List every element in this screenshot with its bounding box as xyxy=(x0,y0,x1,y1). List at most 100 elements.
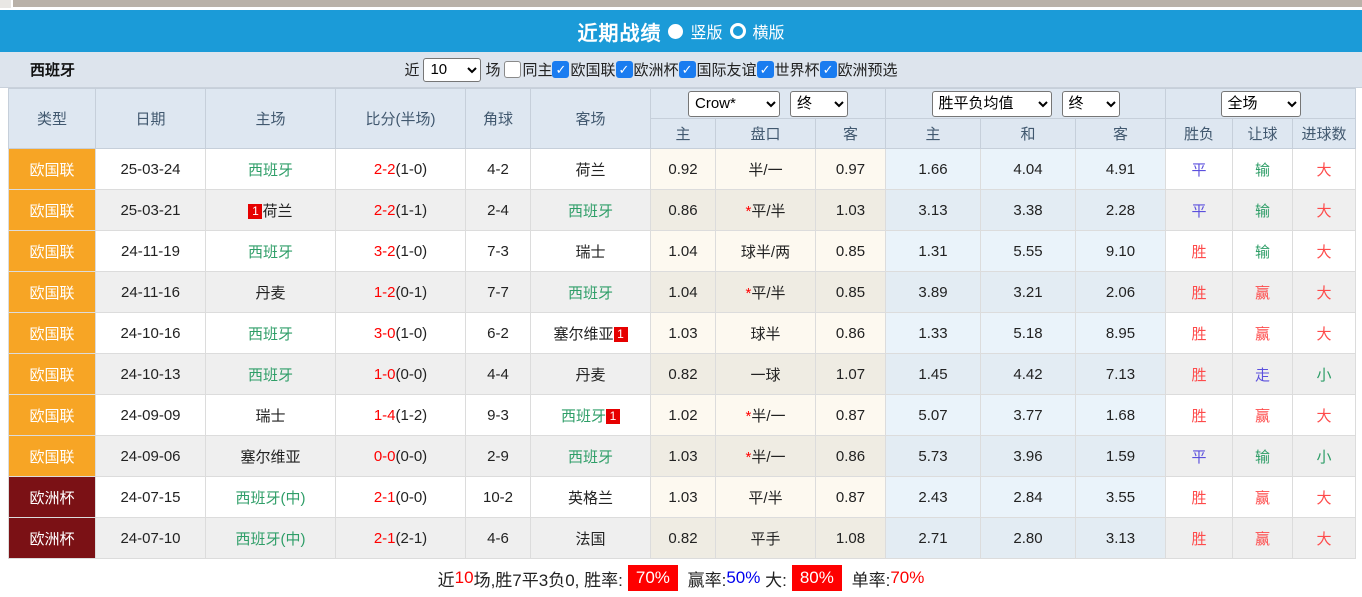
away-team-cell: 西班牙 xyxy=(531,436,651,477)
odds-company-select[interactable]: Crow* xyxy=(688,91,780,117)
avg-home-cell: 5.07 xyxy=(886,395,981,436)
handicap-cell: 平/半 xyxy=(716,477,816,518)
odds-home-cell: 1.03 xyxy=(651,477,716,518)
let-result-cell: 赢 xyxy=(1233,477,1293,518)
result-cell: 胜 xyxy=(1166,477,1233,518)
period-select[interactable]: 全场 xyxy=(1221,91,1301,117)
filter-checkbox-同主[interactable]: 同主 xyxy=(504,59,552,80)
handicap-text: 平/半 xyxy=(748,490,782,507)
corner-cell: 4-6 xyxy=(466,518,531,559)
table-row: 欧洲杯24-07-15西班牙(中)2-1(0-0)10-2英格兰1.03平/半0… xyxy=(9,477,1356,518)
checkbox-checked-icon[interactable]: ✓ xyxy=(820,61,837,78)
top-scrollbar[interactable] xyxy=(0,0,1362,10)
league-badge: 欧洲杯 xyxy=(9,518,96,559)
fulltime-score: 2-2 xyxy=(374,161,396,178)
corner-cell: 2-4 xyxy=(466,190,531,231)
checkbox-checked-icon[interactable]: ✓ xyxy=(757,61,774,78)
checkbox-label: 同主 xyxy=(522,59,552,80)
avg-away-cell: 3.13 xyxy=(1076,518,1166,559)
checkbox-unchecked-icon[interactable] xyxy=(504,61,521,78)
summary-text: 场,胜7平3负0, xyxy=(474,566,585,591)
date-cell: 24-10-16 xyxy=(96,313,206,354)
col-header-home: 主场 xyxy=(206,89,336,149)
filter-checkbox-欧洲预选[interactable]: ✓欧洲预选 xyxy=(820,59,898,80)
team-name-text: 西班牙 xyxy=(248,244,293,261)
filter-checkbox-世界杯[interactable]: ✓世界杯 xyxy=(757,59,820,80)
odds-home-cell: 1.04 xyxy=(651,231,716,272)
goal-result-cell: 大 xyxy=(1293,313,1356,354)
result-cell: 胜 xyxy=(1166,518,1233,559)
team-name-text: 西班牙 xyxy=(561,408,606,425)
avg-draw-cell: 4.42 xyxy=(981,354,1076,395)
team-name-text: 西班牙 xyxy=(568,449,613,466)
handicap-text: 平手 xyxy=(750,531,780,548)
filter-checkbox-欧洲杯[interactable]: ✓欧洲杯 xyxy=(616,59,679,80)
league-badge: 欧国联 xyxy=(9,395,96,436)
avg-home-cell: 2.71 xyxy=(886,518,981,559)
scrollbar-thumb[interactable] xyxy=(13,0,1362,7)
avg-type-select[interactable]: 胜平负均值 xyxy=(932,91,1052,117)
team-name-text: 英格兰 xyxy=(568,490,613,507)
odds-home-cell: 1.04 xyxy=(651,272,716,313)
date-cell: 25-03-24 xyxy=(96,149,206,190)
period-select-cell: 全场 xyxy=(1166,89,1356,119)
handicap-text: 球半 xyxy=(750,326,780,343)
filter-checkbox-欧国联[interactable]: ✓欧国联 xyxy=(552,59,615,80)
date-cell: 24-07-10 xyxy=(96,518,206,559)
odds-final-select[interactable]: 终 xyxy=(790,91,848,117)
halftime-score: (2-1) xyxy=(396,530,428,547)
corner-cell: 4-4 xyxy=(466,354,531,395)
avg-final-select[interactable]: 终 xyxy=(1062,91,1120,117)
avg-draw-cell: 2.84 xyxy=(981,477,1076,518)
away-team-cell: 瑞士 xyxy=(531,231,651,272)
odds-away-cell: 1.07 xyxy=(816,354,886,395)
summary-text: 70% xyxy=(890,568,924,588)
fulltime-score: 0-0 xyxy=(374,448,396,465)
checkbox-checked-icon[interactable]: ✓ xyxy=(552,61,569,78)
fulltime-score: 2-1 xyxy=(374,489,396,506)
handicap-cell: 一球 xyxy=(716,354,816,395)
away-team-cell: 西班牙 xyxy=(531,190,651,231)
odds-away-cell: 0.87 xyxy=(816,477,886,518)
result-cell: 平 xyxy=(1166,149,1233,190)
date-cell: 24-11-16 xyxy=(96,272,206,313)
let-result-cell: 赢 xyxy=(1233,272,1293,313)
avg-draw-cell: 3.96 xyxy=(981,436,1076,477)
team-name-text: 西班牙(中) xyxy=(236,531,306,548)
odds-away-cell: 0.97 xyxy=(816,149,886,190)
date-cell: 24-07-15 xyxy=(96,477,206,518)
corner-cell: 10-2 xyxy=(466,477,531,518)
odds-away-cell: 0.85 xyxy=(816,272,886,313)
col-header-date: 日期 xyxy=(96,89,206,149)
corner-cell: 6-2 xyxy=(466,313,531,354)
checkbox-checked-icon[interactable]: ✓ xyxy=(616,61,633,78)
corner-cell: 2-9 xyxy=(466,436,531,477)
filter-checkbox-国际友谊[interactable]: ✓国际友谊 xyxy=(679,59,757,80)
odds-home-cell: 1.03 xyxy=(651,436,716,477)
rate-badge: 70% xyxy=(628,565,678,591)
checkbox-label: 国际友谊 xyxy=(697,59,757,80)
avg-away-cell: 8.95 xyxy=(1076,313,1166,354)
odds-away-cell: 0.86 xyxy=(816,313,886,354)
radio-vertical-label[interactable]: 竖版 xyxy=(690,19,722,43)
team-name-text: 西班牙(中) xyxy=(236,490,306,507)
checkbox-checked-icon[interactable]: ✓ xyxy=(679,61,696,78)
away-team-cell: 丹麦 xyxy=(531,354,651,395)
away-team-cell: 荷兰 xyxy=(531,149,651,190)
corner-cell: 7-3 xyxy=(466,231,531,272)
result-cell: 胜 xyxy=(1166,272,1233,313)
radio-horizontal-icon[interactable] xyxy=(730,23,746,39)
near-count-select[interactable]: 10 xyxy=(423,58,481,82)
radio-horizontal-label[interactable]: 横版 xyxy=(753,19,785,43)
radio-vertical-icon[interactable] xyxy=(668,24,683,39)
result-cell: 平 xyxy=(1166,436,1233,477)
avg-draw-cell: 2.80 xyxy=(981,518,1076,559)
team-name-text: 瑞士 xyxy=(255,408,285,425)
red-number-badge: 1 xyxy=(606,409,620,424)
red-number-badge: 1 xyxy=(614,327,628,342)
col-header-score: 比分(半场) xyxy=(336,89,466,149)
col-header-type: 类型 xyxy=(9,89,96,149)
fulltime-score: 2-1 xyxy=(374,530,396,547)
team-name-text: 西班牙 xyxy=(568,285,613,302)
corner-cell: 9-3 xyxy=(466,395,531,436)
